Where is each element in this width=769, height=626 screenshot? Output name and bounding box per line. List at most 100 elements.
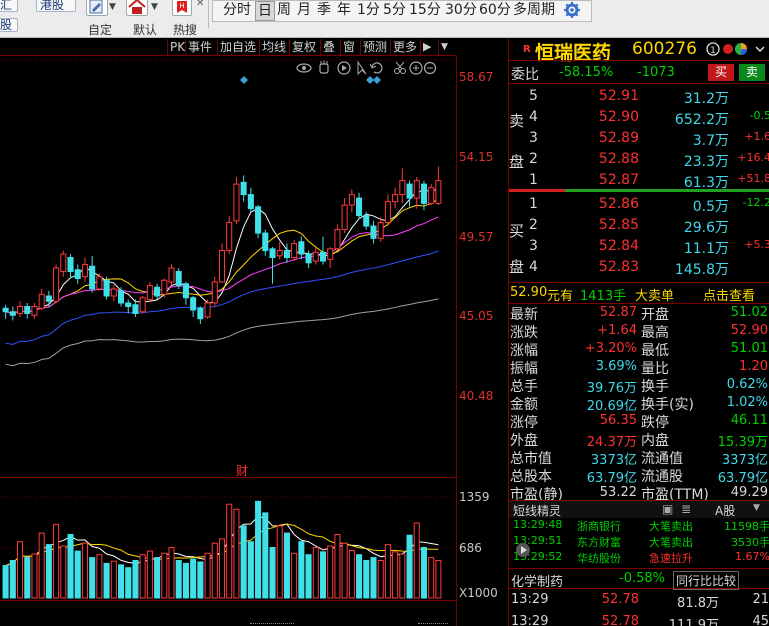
bid-row[interactable]: 4 52.83 145.8万 xyxy=(509,257,769,278)
fuquan-button[interactable]: 复权 xyxy=(289,39,318,55)
big-order-row[interactable]: 52.90 元有 1413手 大卖单 点击查看 xyxy=(509,282,769,304)
stat-row: 最新 52.87 开盘 51.02 xyxy=(509,304,769,323)
period-season[interactable]: 季 xyxy=(317,1,331,21)
news-event: 急速拉升 xyxy=(649,552,693,565)
stat-value: 3.69% xyxy=(595,359,637,374)
candle xyxy=(103,279,110,297)
hk-sh-button[interactable]: 汇 xyxy=(0,0,18,12)
bid-row[interactable]: 1 52.86 0.5万 -12.2 xyxy=(509,194,769,215)
volume-bar xyxy=(348,549,355,599)
top-toolbar: 汇 港股 股 ▼ 自定 ▼ 默认 H 热搜 ✕ 分时 日 周 月 季 年 1分 … xyxy=(0,0,769,38)
period-15min[interactable]: 15分 xyxy=(409,1,441,21)
volume-chart[interactable] xyxy=(0,478,456,600)
market-select[interactable]: A股 xyxy=(715,502,735,519)
period-5min[interactable]: 5分 xyxy=(383,1,406,21)
play-icon[interactable] xyxy=(515,542,531,562)
arrow-right-icon[interactable]: ▶ xyxy=(420,39,438,55)
ask-level: 2 xyxy=(529,151,538,167)
candlestick-chart[interactable] xyxy=(0,56,456,480)
predict-button[interactable]: 预测 xyxy=(360,39,389,55)
period-day[interactable]: 日 xyxy=(255,1,275,21)
volume-bar xyxy=(146,550,153,599)
custom-edit-icon[interactable] xyxy=(86,0,108,16)
candle xyxy=(117,290,125,304)
candle xyxy=(348,194,355,206)
event-button[interactable]: 事件 xyxy=(185,39,214,55)
big-order-yuan: 元有 xyxy=(547,289,574,304)
period-fenshi[interactable]: 分时 xyxy=(223,1,251,21)
weicha: -1073 xyxy=(637,65,675,80)
bid-row[interactable]: 3 52.84 11.1万 +5.3 xyxy=(509,236,769,257)
sell-button[interactable]: 卖 xyxy=(739,64,765,81)
overlay-button[interactable]: 叠 xyxy=(320,39,337,55)
finance-marker: 财 xyxy=(236,464,249,478)
volume-bar xyxy=(428,557,435,599)
stock-button[interactable]: 股 xyxy=(0,18,18,32)
info-icon[interactable]: 1 xyxy=(706,41,766,61)
price-tick: 58.67 xyxy=(459,70,494,84)
peer-compare-button[interactable]: 同行比比较 xyxy=(673,571,740,590)
news-item[interactable]: 13:29:52 华纺股份 急速拉升 1.67% xyxy=(509,550,769,566)
ask-row[interactable]: 1 52.87 61.3万 +51.8 xyxy=(509,170,769,191)
ask-level: 4 xyxy=(529,109,538,125)
news-event: 大笔卖出 xyxy=(649,520,693,533)
ask-change: +1.6 xyxy=(744,130,769,143)
news-item[interactable]: 13:29:51 东方财富 大笔卖出 3530手 xyxy=(509,534,769,550)
ask-row[interactable]: 3 52.89 3.7万 +1.6 xyxy=(509,128,769,149)
add-watchlist-button[interactable]: 加自选 xyxy=(217,39,258,55)
stat-row: 涨停 56.35 跌停 46.11 xyxy=(509,412,769,431)
volume-bar xyxy=(218,538,226,599)
period-30min[interactable]: 30分 xyxy=(445,1,477,21)
ma-button[interactable]: 均线 xyxy=(259,39,288,55)
bid-price: 52.84 xyxy=(598,238,639,254)
stock-code: 600276 xyxy=(632,39,697,59)
period-multi[interactable]: 多周期 xyxy=(513,1,555,21)
stat-value: 52.87 xyxy=(599,305,637,320)
tick-price: 52.78 xyxy=(601,614,639,626)
ask-bid-bar-red xyxy=(509,189,565,192)
volume-bar xyxy=(24,557,31,599)
more-button[interactable]: 更多 xyxy=(390,39,419,55)
volume-bar xyxy=(211,542,218,599)
chevron-down-icon[interactable]: ▼ xyxy=(438,39,454,55)
candle xyxy=(233,183,240,222)
ask-row[interactable]: 2 52.88 23.3万 +16.4 xyxy=(509,149,769,170)
gear-icon[interactable] xyxy=(563,1,581,23)
filter-icon[interactable]: ≣ xyxy=(681,502,691,516)
period-year[interactable]: 年 xyxy=(337,1,351,21)
chevron-down-icon[interactable]: ▼ xyxy=(753,503,760,513)
ask-row[interactable]: 4 52.90 652.2万 -0.5 xyxy=(509,107,769,128)
chevron-down-icon[interactable]: ▼ xyxy=(109,2,116,12)
period-1min[interactable]: 1分 xyxy=(357,1,380,21)
stat-value: 53.22 xyxy=(599,485,637,500)
ask-change: +51.8 xyxy=(737,172,769,185)
stat-value: +1.64 xyxy=(597,323,637,338)
collapse-icon[interactable]: ✕ xyxy=(196,0,204,9)
hk-stock-button[interactable]: 港股 xyxy=(36,0,76,12)
ask-volume: 652.2万 xyxy=(674,112,729,128)
stat-row: 总股本 63.79亿 流通股 63.79亿 xyxy=(509,466,769,486)
news-item[interactable]: 13:29:48 浙商银行 大笔卖出 11598手 xyxy=(509,518,769,534)
news-tab[interactable]: 短线精灵 xyxy=(513,502,561,519)
period-60min[interactable]: 60分 xyxy=(479,1,511,21)
window-icon[interactable]: ▣ xyxy=(662,502,673,516)
view-details-link[interactable]: 点击查看 xyxy=(703,285,755,304)
home-icon[interactable] xyxy=(126,0,148,16)
price-tick: 49.57 xyxy=(459,230,494,244)
bid-change: +5.3 xyxy=(744,238,769,251)
period-month[interactable]: 月 xyxy=(297,1,311,21)
chevron-down-icon[interactable]: ▼ xyxy=(151,2,158,12)
hot-search-icon[interactable]: H xyxy=(172,0,192,16)
chart-tools-bar: PK 事件 加自选 均线 复权 叠 窗 预测 更多 ▶ ▼ xyxy=(0,38,456,56)
period-week[interactable]: 周 xyxy=(277,1,291,21)
sell-side-label: 卖 xyxy=(509,112,525,130)
bid-change: -12.2 xyxy=(742,196,769,209)
candle xyxy=(53,267,60,302)
window-button[interactable]: 窗 xyxy=(340,39,357,55)
buy-button[interactable]: 买 xyxy=(708,64,734,81)
candle xyxy=(146,285,153,300)
bid-row[interactable]: 2 52.85 29.6万 xyxy=(509,215,769,236)
ask-row[interactable]: 5 52.91 31.2万 xyxy=(509,86,769,107)
bid-price: 52.85 xyxy=(598,217,639,233)
candle xyxy=(218,250,226,283)
